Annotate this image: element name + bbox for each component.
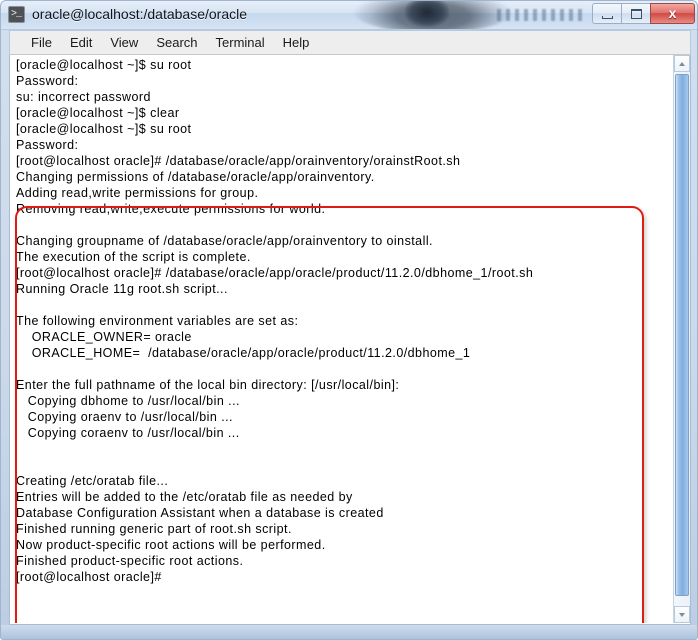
scrollbar-thumb[interactable] [675, 74, 689, 596]
menu-item-view[interactable]: View [101, 33, 147, 52]
terminal-line: The following environment variables are … [16, 314, 299, 328]
vertical-scrollbar[interactable] [673, 55, 690, 623]
scroll-down-button[interactable] [674, 606, 690, 623]
terminal-frame: [oracle@localhost ~]$ su root Password: su… [9, 55, 691, 625]
menu-item-help[interactable]: Help [274, 33, 319, 52]
terminal-line: [root@localhost oracle]# /database/oracl… [16, 266, 534, 280]
menu-item-edit[interactable]: Edit [61, 33, 101, 52]
terminal-line: Removing read,write,execute permissions … [16, 202, 326, 216]
menu-bar: File Edit View Search Terminal Help [9, 30, 691, 55]
terminal-line: Running Oracle 11g root.sh script... [16, 282, 228, 296]
chevron-up-icon [679, 62, 685, 66]
terminal-icon-glyph: >_ [11, 9, 22, 20]
terminal-line: [root@localhost oracle]# [16, 570, 162, 584]
title-bar[interactable]: >_ oracle@localhost:/database/oracle x [1, 1, 697, 30]
terminal-line: Finished product-specific root actions. [16, 554, 244, 568]
menu-item-terminal[interactable]: Terminal [207, 33, 274, 52]
terminal-line: Database Configuration Assistant when a … [16, 506, 384, 520]
terminal-line: Enter the full pathname of the local bin… [16, 378, 400, 392]
menu-item-file[interactable]: File [22, 33, 61, 52]
close-button[interactable]: x [650, 3, 695, 24]
terminal-line: Adding read,write permissions for group. [16, 186, 259, 200]
chevron-down-icon [679, 613, 685, 617]
minimize-icon [602, 16, 613, 19]
close-icon: x [668, 5, 677, 21]
terminal-line: Copying oraenv to /usr/local/bin ... [16, 410, 233, 424]
maximize-icon [631, 9, 642, 19]
terminal-line: [root@localhost oracle]# /database/oracl… [16, 154, 461, 168]
terminal-line: Changing permissions of /database/oracle… [16, 170, 375, 184]
terminal-output-area[interactable]: [oracle@localhost ~]$ su root Password: su… [10, 55, 675, 623]
terminal-line: The execution of the script is complete. [16, 250, 251, 264]
terminal-line: Copying coraenv to /usr/local/bin ... [16, 426, 240, 440]
terminal-line: ORACLE_HOME= /database/oracle/app/oracle… [16, 346, 471, 360]
terminal-line: Creating /etc/oratab file... [16, 474, 169, 488]
terminal-icon: >_ [8, 6, 25, 23]
terminal-line: su: incorrect password [16, 90, 151, 104]
window-controls: x [592, 3, 695, 24]
terminal-text: [oracle@localhost ~]$ su root Password: su… [16, 57, 671, 585]
terminal-line: [oracle@localhost ~]$ su root [16, 122, 192, 136]
window-bottom-frame [1, 625, 697, 639]
terminal-line: [oracle@localhost ~]$ su root [16, 58, 192, 72]
menu-item-search[interactable]: Search [147, 33, 206, 52]
scroll-up-button[interactable] [674, 55, 690, 72]
terminal-line: Entries will be added to the /etc/oratab… [16, 490, 353, 504]
terminal-line: Copying dbhome to /usr/local/bin ... [16, 394, 240, 408]
terminal-window: >_ oracle@localhost:/database/oracle x F… [0, 0, 698, 640]
titlebar-watermark-center [405, 1, 449, 27]
terminal-line: Password: [16, 138, 79, 152]
terminal-line: Changing groupname of /database/oracle/a… [16, 234, 433, 248]
maximize-button[interactable] [621, 3, 650, 24]
terminal-line: [oracle@localhost ~]$ clear [16, 106, 180, 120]
minimize-button[interactable] [592, 3, 621, 24]
terminal-line: ORACLE_OWNER= oracle [16, 330, 192, 344]
terminal-line: Finished running generic part of root.sh… [16, 522, 292, 536]
titlebar-watermark-text [497, 9, 583, 21]
terminal-line: Password: [16, 74, 79, 88]
window-title: oracle@localhost:/database/oracle [32, 6, 248, 22]
terminal-line: Now product-specific root actions will b… [16, 538, 326, 552]
